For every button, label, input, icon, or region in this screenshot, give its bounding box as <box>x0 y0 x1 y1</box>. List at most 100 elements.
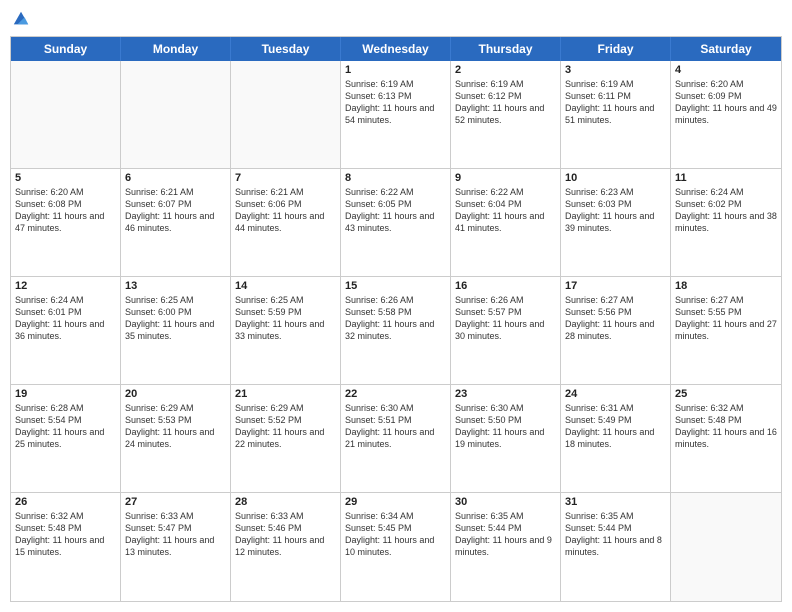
cell-info: Sunrise: 6:30 AM Sunset: 5:51 PM Dayligh… <box>345 402 446 451</box>
day-number: 29 <box>345 496 446 508</box>
calendar-week-1: 1 Sunrise: 6:19 AM Sunset: 6:13 PM Daylig… <box>11 61 781 169</box>
calendar-day-2: 2 Sunrise: 6:19 AM Sunset: 6:12 PM Daylig… <box>451 61 561 168</box>
cell-info: Sunrise: 6:24 AM Sunset: 6:01 PM Dayligh… <box>15 294 116 343</box>
calendar-body: 1 Sunrise: 6:19 AM Sunset: 6:13 PM Daylig… <box>11 61 781 601</box>
day-number: 26 <box>15 496 116 508</box>
cell-info: Sunrise: 6:20 AM Sunset: 6:08 PM Dayligh… <box>15 186 116 235</box>
calendar-week-5: 26 Sunrise: 6:32 AM Sunset: 5:48 PM Dayli… <box>11 493 781 601</box>
cell-info: Sunrise: 6:22 AM Sunset: 6:05 PM Dayligh… <box>345 186 446 235</box>
cell-info: Sunrise: 6:25 AM Sunset: 5:59 PM Dayligh… <box>235 294 336 343</box>
cell-info: Sunrise: 6:32 AM Sunset: 5:48 PM Dayligh… <box>15 510 116 559</box>
day-number: 12 <box>15 280 116 292</box>
day-number: 1 <box>345 64 446 76</box>
calendar-day-6: 6 Sunrise: 6:21 AM Sunset: 6:07 PM Daylig… <box>121 169 231 276</box>
cell-info: Sunrise: 6:30 AM Sunset: 5:50 PM Dayligh… <box>455 402 556 451</box>
cell-info: Sunrise: 6:21 AM Sunset: 6:07 PM Dayligh… <box>125 186 226 235</box>
calendar-day-1: 1 Sunrise: 6:19 AM Sunset: 6:13 PM Daylig… <box>341 61 451 168</box>
cell-info: Sunrise: 6:22 AM Sunset: 6:04 PM Dayligh… <box>455 186 556 235</box>
header <box>10 10 782 28</box>
weekday-header-sunday: Sunday <box>11 37 121 61</box>
weekday-header-friday: Friday <box>561 37 671 61</box>
calendar-day-29: 29 Sunrise: 6:34 AM Sunset: 5:45 PM Dayli… <box>341 493 451 601</box>
cell-info: Sunrise: 6:27 AM Sunset: 5:56 PM Dayligh… <box>565 294 666 343</box>
cell-info: Sunrise: 6:24 AM Sunset: 6:02 PM Dayligh… <box>675 186 777 235</box>
calendar-day-16: 16 Sunrise: 6:26 AM Sunset: 5:57 PM Dayli… <box>451 277 561 384</box>
logo <box>10 10 30 28</box>
calendar-day-27: 27Sunrise: 6:33 AM Sunset: 5:47 PM Dayli… <box>121 493 231 601</box>
day-number: 17 <box>565 280 666 292</box>
calendar-day-empty <box>121 61 231 168</box>
cell-info: Sunrise: 6:19 AM Sunset: 6:13 PM Dayligh… <box>345 78 446 127</box>
logo-icon <box>12 10 30 28</box>
calendar-day-21: 21 Sunrise: 6:29 AM Sunset: 5:52 PM Dayli… <box>231 385 341 492</box>
calendar-day-28: 28 Sunrise: 6:33 AM Sunset: 5:46 PM Dayli… <box>231 493 341 601</box>
cell-info: Sunrise: 6:33 AM Sunset: 5:46 PM Dayligh… <box>235 510 336 559</box>
cell-info: Sunrise: 6:29 AM Sunset: 5:53 PM Dayligh… <box>125 402 226 451</box>
cell-info: Sunrise: 6:26 AM Sunset: 5:57 PM Dayligh… <box>455 294 556 343</box>
weekday-header-saturday: Saturday <box>671 37 781 61</box>
day-number: 16 <box>455 280 556 292</box>
calendar-day-12: 12 Sunrise: 6:24 AM Sunset: 6:01 PM Dayli… <box>11 277 121 384</box>
calendar-day-22: 22Sunrise: 6:30 AM Sunset: 5:51 PM Dayli… <box>341 385 451 492</box>
day-number: 11 <box>675 172 777 184</box>
cell-info: Sunrise: 6:19 AM Sunset: 6:12 PM Dayligh… <box>455 78 556 127</box>
day-number: 24 <box>565 388 666 400</box>
weekday-header-thursday: Thursday <box>451 37 561 61</box>
cell-info: Sunrise: 6:31 AM Sunset: 5:49 PM Dayligh… <box>565 402 666 451</box>
page: SundayMondayTuesdayWednesdayThursdayFrid… <box>0 0 792 612</box>
cell-info: Sunrise: 6:28 AM Sunset: 5:54 PM Dayligh… <box>15 402 116 451</box>
calendar-day-20: 20 Sunrise: 6:29 AM Sunset: 5:53 PM Dayli… <box>121 385 231 492</box>
day-number: 6 <box>125 172 226 184</box>
cell-info: Sunrise: 6:32 AM Sunset: 5:48 PM Dayligh… <box>675 402 777 451</box>
calendar-day-13: 13 Sunrise: 6:25 AM Sunset: 6:00 PM Dayli… <box>121 277 231 384</box>
cell-info: Sunrise: 6:19 AM Sunset: 6:11 PM Dayligh… <box>565 78 666 127</box>
day-number: 20 <box>125 388 226 400</box>
day-number: 31 <box>565 496 666 508</box>
day-number: 23 <box>455 388 556 400</box>
weekday-header-wednesday: Wednesday <box>341 37 451 61</box>
cell-info: Sunrise: 6:35 AM Sunset: 5:44 PM Dayligh… <box>565 510 666 559</box>
calendar-day-3: 3 Sunrise: 6:19 AM Sunset: 6:11 PM Daylig… <box>561 61 671 168</box>
calendar-day-31: 31 Sunrise: 6:35 AM Sunset: 5:44 PM Dayli… <box>561 493 671 601</box>
day-number: 5 <box>15 172 116 184</box>
calendar-day-23: 23 Sunrise: 6:30 AM Sunset: 5:50 PM Dayli… <box>451 385 561 492</box>
calendar-day-11: 11 Sunrise: 6:24 AM Sunset: 6:02 PM Dayli… <box>671 169 781 276</box>
calendar-day-10: 10Sunrise: 6:23 AM Sunset: 6:03 PM Dayli… <box>561 169 671 276</box>
cell-info: Sunrise: 6:26 AM Sunset: 5:58 PM Dayligh… <box>345 294 446 343</box>
calendar-day-24: 24 Sunrise: 6:31 AM Sunset: 5:49 PM Dayli… <box>561 385 671 492</box>
weekday-header-tuesday: Tuesday <box>231 37 341 61</box>
day-number: 9 <box>455 172 556 184</box>
day-number: 15 <box>345 280 446 292</box>
calendar-day-25: 25 Sunrise: 6:32 AM Sunset: 5:48 PM Dayli… <box>671 385 781 492</box>
day-number: 3 <box>565 64 666 76</box>
calendar-day-18: 18Sunrise: 6:27 AM Sunset: 5:55 PM Dayli… <box>671 277 781 384</box>
day-number: 19 <box>15 388 116 400</box>
cell-info: Sunrise: 6:29 AM Sunset: 5:52 PM Dayligh… <box>235 402 336 451</box>
cell-info: Sunrise: 6:25 AM Sunset: 6:00 PM Dayligh… <box>125 294 226 343</box>
calendar-day-empty <box>11 61 121 168</box>
day-number: 2 <box>455 64 556 76</box>
day-number: 30 <box>455 496 556 508</box>
cell-info: Sunrise: 6:21 AM Sunset: 6:06 PM Dayligh… <box>235 186 336 235</box>
cell-info: Sunrise: 6:33 AM Sunset: 5:47 PM Dayligh… <box>125 510 226 559</box>
day-number: 28 <box>235 496 336 508</box>
calendar-day-14: 14 Sunrise: 6:25 AM Sunset: 5:59 PM Dayli… <box>231 277 341 384</box>
calendar-day-9: 9 Sunrise: 6:22 AM Sunset: 6:04 PM Daylig… <box>451 169 561 276</box>
day-number: 21 <box>235 388 336 400</box>
calendar-day-empty <box>671 493 781 601</box>
cell-info: Sunrise: 6:34 AM Sunset: 5:45 PM Dayligh… <box>345 510 446 559</box>
calendar-day-19: 19 Sunrise: 6:28 AM Sunset: 5:54 PM Dayli… <box>11 385 121 492</box>
calendar-day-8: 8 Sunrise: 6:22 AM Sunset: 6:05 PM Daylig… <box>341 169 451 276</box>
calendar-day-4: 4Sunrise: 6:20 AM Sunset: 6:09 PM Daylig… <box>671 61 781 168</box>
weekday-header-monday: Monday <box>121 37 231 61</box>
cell-info: Sunrise: 6:35 AM Sunset: 5:44 PM Dayligh… <box>455 510 556 559</box>
cell-info: Sunrise: 6:20 AM Sunset: 6:09 PM Dayligh… <box>675 78 777 127</box>
calendar-day-15: 15 Sunrise: 6:26 AM Sunset: 5:58 PM Dayli… <box>341 277 451 384</box>
day-number: 13 <box>125 280 226 292</box>
calendar-week-3: 12 Sunrise: 6:24 AM Sunset: 6:01 PM Dayli… <box>11 277 781 385</box>
cell-info: Sunrise: 6:27 AM Sunset: 5:55 PM Dayligh… <box>675 294 777 343</box>
day-number: 8 <box>345 172 446 184</box>
day-number: 25 <box>675 388 777 400</box>
calendar-header: SundayMondayTuesdayWednesdayThursdayFrid… <box>11 37 781 61</box>
day-number: 14 <box>235 280 336 292</box>
